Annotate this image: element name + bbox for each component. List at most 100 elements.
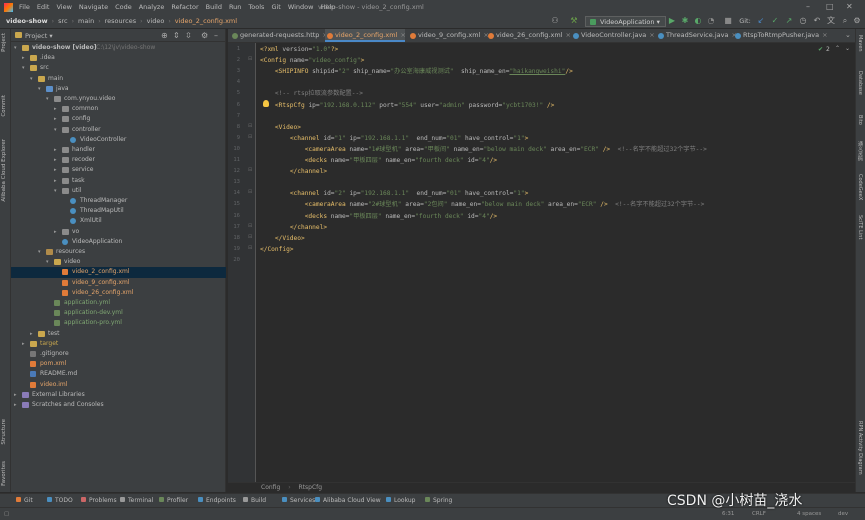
- tree-item[interactable]: video_9_config.xml: [11, 278, 226, 288]
- chevron-right-icon[interactable]: ▸: [54, 104, 57, 114]
- tab-list-chevron-down-icon[interactable]: ⌄: [845, 31, 851, 39]
- code-line[interactable]: <channel id="2" ip="192.168.1.1" end_num…: [260, 188, 529, 199]
- maximize-icon[interactable]: □: [826, 2, 834, 11]
- menu-run[interactable]: Run: [229, 3, 241, 11]
- code-line[interactable]: <Config name="video_config">: [260, 55, 364, 66]
- close-tab-icon[interactable]: ×: [649, 31, 654, 39]
- breadcrumb-src[interactable]: src: [58, 17, 68, 25]
- menu-view[interactable]: View: [56, 3, 71, 11]
- tool-window-button[interactable]: Problems: [81, 497, 117, 504]
- chevron-down-icon[interactable]: ▾: [38, 247, 41, 257]
- tree-item[interactable]: ▸ service: [11, 165, 226, 175]
- tree-item[interactable]: ▾ video-show [video] C:\12\jv\video-show: [11, 43, 226, 53]
- database-tool-tab[interactable]: Database: [857, 71, 863, 95]
- tree-item[interactable]: video.iml: [11, 380, 226, 390]
- tree-item[interactable]: ThreadManager: [11, 196, 226, 206]
- next-highlight-icon[interactable]: ⌄: [845, 45, 850, 52]
- rollback-icon[interactable]: ↶: [813, 17, 821, 25]
- favorites-tool-tab[interactable]: Favorites: [1, 461, 7, 486]
- tree-item[interactable]: ▾ util: [11, 186, 226, 196]
- settings-icon[interactable]: ⚙: [853, 17, 861, 25]
- code-line[interactable]: </Video>: [260, 233, 305, 244]
- chevron-right-icon[interactable]: ▸: [30, 329, 33, 339]
- fold-marker-icon[interactable]: ⊟: [248, 189, 252, 195]
- profile-icon[interactable]: ◔: [707, 17, 715, 25]
- commit-tool-tab[interactable]: Commit: [1, 95, 7, 117]
- code-line[interactable]: <decks name="甲板四层" name_en="fourth deck"…: [260, 211, 497, 222]
- locate-file-icon[interactable]: ⊕: [161, 31, 168, 40]
- menu-git[interactable]: Git: [271, 3, 280, 11]
- tree-item[interactable]: .gitignore: [11, 349, 226, 359]
- tool-window-button[interactable]: Endpoints: [198, 497, 236, 504]
- tool-window-button[interactable]: Alibaba Cloud View: [315, 497, 381, 504]
- editor-tab[interactable]: VideoController.java ×: [571, 29, 655, 42]
- fold-marker-icon[interactable]: ⊟: [248, 234, 252, 240]
- menu-build[interactable]: Build: [206, 3, 222, 11]
- hide-panel-icon[interactable]: –: [214, 31, 218, 40]
- menu-navigate[interactable]: Navigate: [79, 3, 108, 11]
- breadcrumb-project[interactable]: video-show: [6, 17, 48, 25]
- tree-item[interactable]: ▾ src: [11, 63, 226, 73]
- git-branch[interactable]: dev: [838, 511, 848, 517]
- tree-item[interactable]: VideoApplication: [11, 237, 226, 247]
- tree-item[interactable]: pom.xml: [11, 359, 226, 369]
- code-line[interactable]: <Video>: [260, 122, 301, 133]
- tree-item[interactable]: ThreadMapUtil: [11, 206, 226, 216]
- tree-item[interactable]: application-pro.yml: [11, 318, 226, 328]
- tree-item[interactable]: video_26_config.xml: [11, 288, 226, 298]
- tool-window-button[interactable]: Build: [243, 497, 266, 504]
- breadcrumb-file[interactable]: video_2_config.xml: [175, 17, 237, 25]
- history-icon[interactable]: ◷: [799, 17, 807, 25]
- code-line[interactable]: <SHIPINFO shipid="2" ship_name="办公室海康威视测…: [260, 66, 573, 77]
- tree-item[interactable]: ▸ handler: [11, 145, 226, 155]
- code-line[interactable]: </channel>: [260, 222, 327, 233]
- project-tool-tab[interactable]: Project: [1, 33, 7, 52]
- tree-item[interactable]: ▾ controller: [11, 125, 226, 135]
- project-view-select[interactable]: Project ▾: [25, 32, 53, 40]
- editor-tab[interactable]: RtspToRtmpPusher.java ×: [733, 29, 828, 42]
- chevron-right-icon[interactable]: ▸: [22, 339, 25, 349]
- tree-item[interactable]: ▸ vo: [11, 227, 226, 237]
- code-line[interactable]: <!-- rtsp拉取流参数配置-->: [260, 88, 363, 99]
- chevron-right-icon[interactable]: ▸: [54, 114, 57, 124]
- maven-tool-tab[interactable]: Maven: [857, 35, 863, 52]
- editor-breadcrumb-config[interactable]: Config: [261, 484, 280, 491]
- scite-lint-tool-tab[interactable]: SciTE Lint: [857, 215, 863, 239]
- coverage-icon[interactable]: ◐: [694, 17, 702, 25]
- code-line[interactable]: <RtspCfg ip="192.168.0.112" port="554" u…: [260, 100, 554, 111]
- chevron-down-icon[interactable]: ▾: [54, 186, 57, 196]
- tree-item[interactable]: ▸ recoder: [11, 155, 226, 165]
- chevron-right-icon[interactable]: ▸: [54, 155, 57, 165]
- tree-item[interactable]: application-dev.yml: [11, 308, 226, 318]
- tool-window-button[interactable]: Lookup: [386, 497, 415, 504]
- tree-item[interactable]: ▾ com.ynyou.video: [11, 94, 226, 104]
- fold-marker-icon[interactable]: ⊟: [248, 123, 252, 129]
- structure-tool-tab[interactable]: Structure: [1, 419, 7, 445]
- tree-item[interactable]: ▸ target: [11, 339, 226, 349]
- git-update-icon[interactable]: ↙: [757, 17, 765, 25]
- caret-position[interactable]: 6:31: [722, 511, 734, 517]
- tool-window-button[interactable]: TODO: [47, 497, 73, 504]
- fold-marker-icon[interactable]: ⊟: [248, 134, 252, 140]
- chevron-right-icon[interactable]: ▸: [14, 390, 17, 400]
- tree-item[interactable]: ▸ External Libraries: [11, 390, 226, 400]
- code-line[interactable]: </channel>: [260, 166, 327, 177]
- tree-item[interactable]: ▾ java: [11, 84, 226, 94]
- bito-tool-tab[interactable]: Bito: [857, 115, 863, 125]
- gear-icon[interactable]: ⚙: [201, 31, 208, 40]
- debug-icon[interactable]: ✱: [681, 17, 689, 25]
- tree-item[interactable]: ▸ test: [11, 329, 226, 339]
- git-commit-icon[interactable]: ✓: [771, 17, 779, 25]
- chevron-down-icon[interactable]: ▾: [54, 125, 57, 135]
- editor-tab[interactable]: video_26_config.xml ×: [486, 29, 571, 42]
- tree-item[interactable]: ▸ config: [11, 114, 226, 124]
- fold-marker-icon[interactable]: ⊟: [248, 167, 252, 173]
- chevron-down-icon[interactable]: ▾: [14, 43, 17, 53]
- chevron-right-icon[interactable]: ▸: [54, 227, 57, 237]
- tool-window-button[interactable]: Spring: [425, 497, 452, 504]
- menu-tools[interactable]: Tools: [248, 3, 264, 11]
- alibaba-cloud-explorer-tab[interactable]: Alibaba Cloud Explorer: [1, 139, 7, 202]
- tongyi-tool-tab[interactable]: 通义灵码: [857, 141, 864, 161]
- tool-window-button[interactable]: Git: [16, 497, 33, 504]
- git-push-icon[interactable]: ↗: [785, 17, 793, 25]
